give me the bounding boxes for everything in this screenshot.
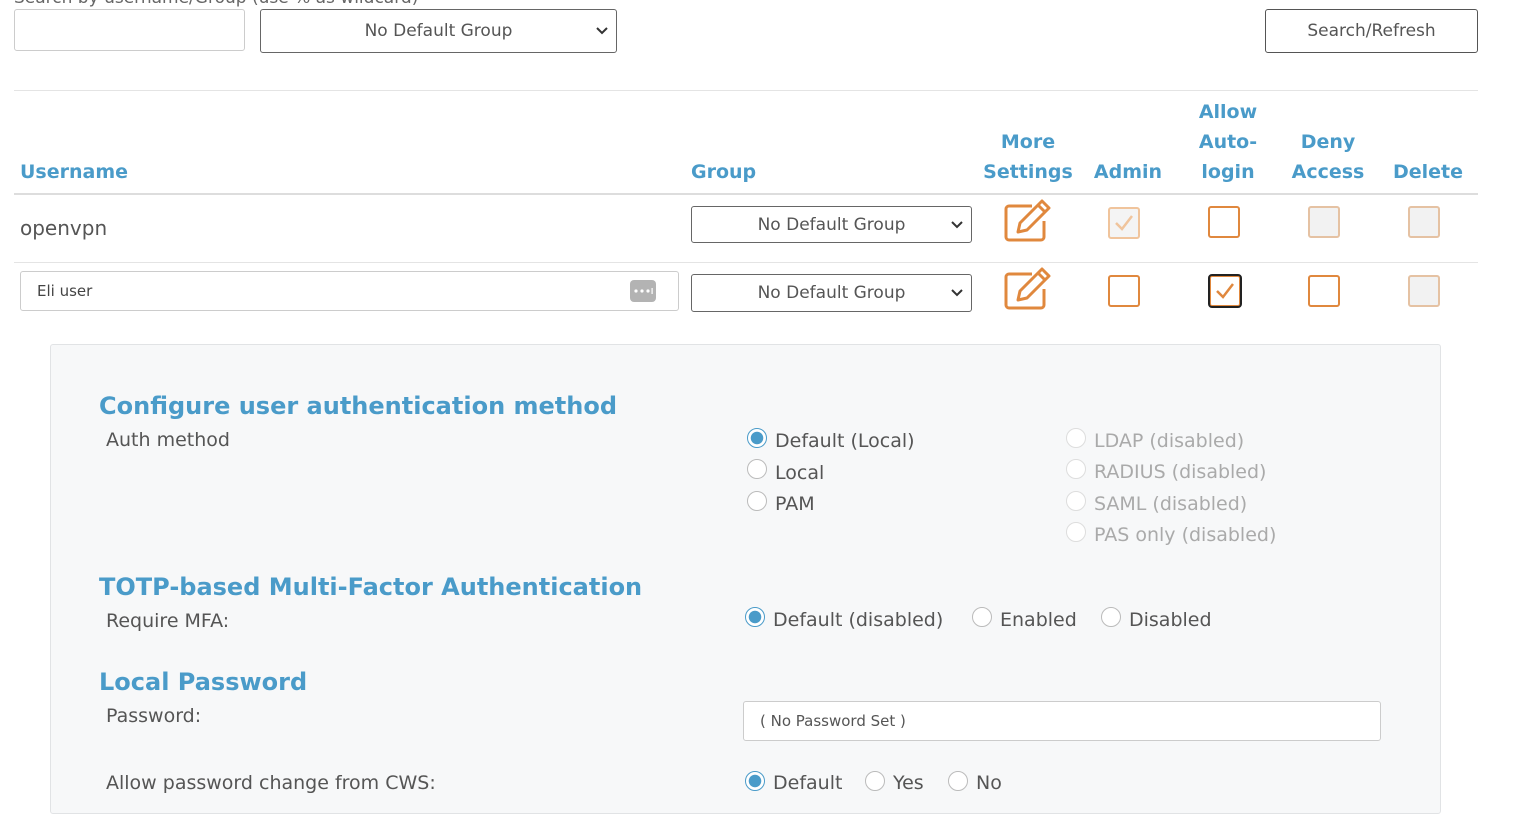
mfa-radio-enabled[interactable] bbox=[972, 607, 992, 627]
password-field[interactable]: ( No Password Set ) bbox=[743, 701, 1381, 741]
auth-option-label: PAM bbox=[775, 493, 815, 515]
row1-more-settings-button[interactable] bbox=[1004, 199, 1052, 247]
mfa-option-label: Default (disabled) bbox=[773, 609, 944, 631]
row2-delete-checkbox bbox=[1408, 275, 1440, 307]
auth-option-label: SAML (disabled) bbox=[1094, 493, 1248, 515]
auth-radio-default-local[interactable] bbox=[747, 428, 767, 448]
password-label: Password: bbox=[106, 705, 202, 727]
row1-admin-checkbox bbox=[1108, 207, 1140, 239]
auth-option-label: RADIUS (disabled) bbox=[1094, 461, 1267, 483]
mfa-option-label: Enabled bbox=[1000, 609, 1077, 631]
search-refresh-button[interactable]: Search/Refresh bbox=[1265, 9, 1478, 53]
row2-more-settings-button[interactable] bbox=[1004, 267, 1052, 315]
header-delete: Delete bbox=[1392, 161, 1464, 183]
row1-auto-login-checkbox[interactable] bbox=[1208, 206, 1240, 238]
chevron-down-icon bbox=[596, 27, 608, 35]
password-dots-icon[interactable] bbox=[630, 280, 656, 302]
cws-password-change-label: Allow password change from CWS: bbox=[106, 772, 436, 794]
header-deny-access: Deny Access bbox=[1291, 131, 1365, 183]
row-divider bbox=[14, 262, 1478, 263]
row2-admin-checkbox[interactable] bbox=[1108, 275, 1140, 307]
header-more-settings: More Settings bbox=[983, 131, 1073, 183]
row2-group-select[interactable]: No Default Group bbox=[691, 274, 972, 312]
auth-option-label: Default (Local) bbox=[775, 430, 915, 452]
auth-radio-radius bbox=[1066, 459, 1086, 479]
auth-radio-saml bbox=[1066, 491, 1086, 511]
auth-method-title: Configure user authentication method bbox=[99, 392, 618, 420]
mfa-radio-disabled[interactable] bbox=[1101, 607, 1121, 627]
auth-radio-local[interactable] bbox=[747, 459, 767, 479]
row2-auto-login-checkbox[interactable] bbox=[1208, 274, 1242, 308]
auth-radio-pam[interactable] bbox=[747, 491, 767, 511]
checkmark-icon bbox=[1115, 215, 1133, 231]
local-password-title: Local Password bbox=[99, 668, 308, 696]
username-input[interactable]: Eli user bbox=[20, 271, 679, 311]
row1-delete-checkbox bbox=[1408, 206, 1440, 238]
divider bbox=[14, 90, 1478, 91]
auth-radio-ldap bbox=[1066, 428, 1086, 448]
mfa-title: TOTP-based Multi-Factor Authentication bbox=[99, 573, 643, 601]
cws-radio-no[interactable] bbox=[948, 771, 968, 791]
cws-option-label: Default bbox=[773, 772, 843, 794]
edit-icon bbox=[1004, 199, 1051, 242]
auth-option-label: Local bbox=[775, 462, 825, 484]
cws-radio-yes[interactable] bbox=[865, 771, 885, 791]
mfa-option-label: Disabled bbox=[1129, 609, 1212, 631]
group-filter-select[interactable]: No Default Group bbox=[260, 9, 617, 53]
edit-icon bbox=[1004, 267, 1051, 310]
row1-group-select[interactable]: No Default Group bbox=[691, 206, 972, 243]
checkmark-icon bbox=[1216, 283, 1234, 299]
header-divider bbox=[14, 193, 1478, 195]
search-label: Search by username/Group (use % as wildc… bbox=[14, 0, 418, 8]
header-admin: Admin bbox=[1093, 161, 1163, 183]
auth-option-label: PAS only (disabled) bbox=[1094, 524, 1277, 546]
username-search-input[interactable] bbox=[14, 9, 245, 51]
cws-option-label: No bbox=[976, 772, 1002, 794]
mfa-radio-default[interactable] bbox=[745, 607, 765, 627]
cws-radio-default[interactable] bbox=[745, 771, 765, 791]
row1-group-value: No Default Group bbox=[757, 214, 906, 235]
mfa-label: Require MFA: bbox=[106, 610, 230, 632]
header-group: Group bbox=[691, 161, 757, 183]
auth-radio-pas-only bbox=[1066, 522, 1086, 542]
group-filter-value: No Default Group bbox=[364, 21, 513, 41]
row2-group-value: No Default Group bbox=[757, 283, 906, 303]
header-auto-login: Allow Auto- login bbox=[1198, 101, 1258, 183]
cws-option-label: Yes bbox=[893, 772, 924, 794]
chevron-down-icon bbox=[951, 289, 963, 297]
row2-deny-access-checkbox[interactable] bbox=[1308, 275, 1340, 307]
chevron-down-icon bbox=[951, 220, 963, 228]
username-value: Eli user bbox=[37, 282, 93, 300]
header-username: Username bbox=[20, 161, 129, 183]
row1-deny-access-checkbox bbox=[1308, 206, 1340, 238]
auth-option-label: LDAP (disabled) bbox=[1094, 430, 1245, 452]
username-openvpn: openvpn bbox=[20, 216, 108, 240]
auth-method-label: Auth method bbox=[106, 429, 230, 451]
password-placeholder: ( No Password Set ) bbox=[760, 712, 906, 730]
